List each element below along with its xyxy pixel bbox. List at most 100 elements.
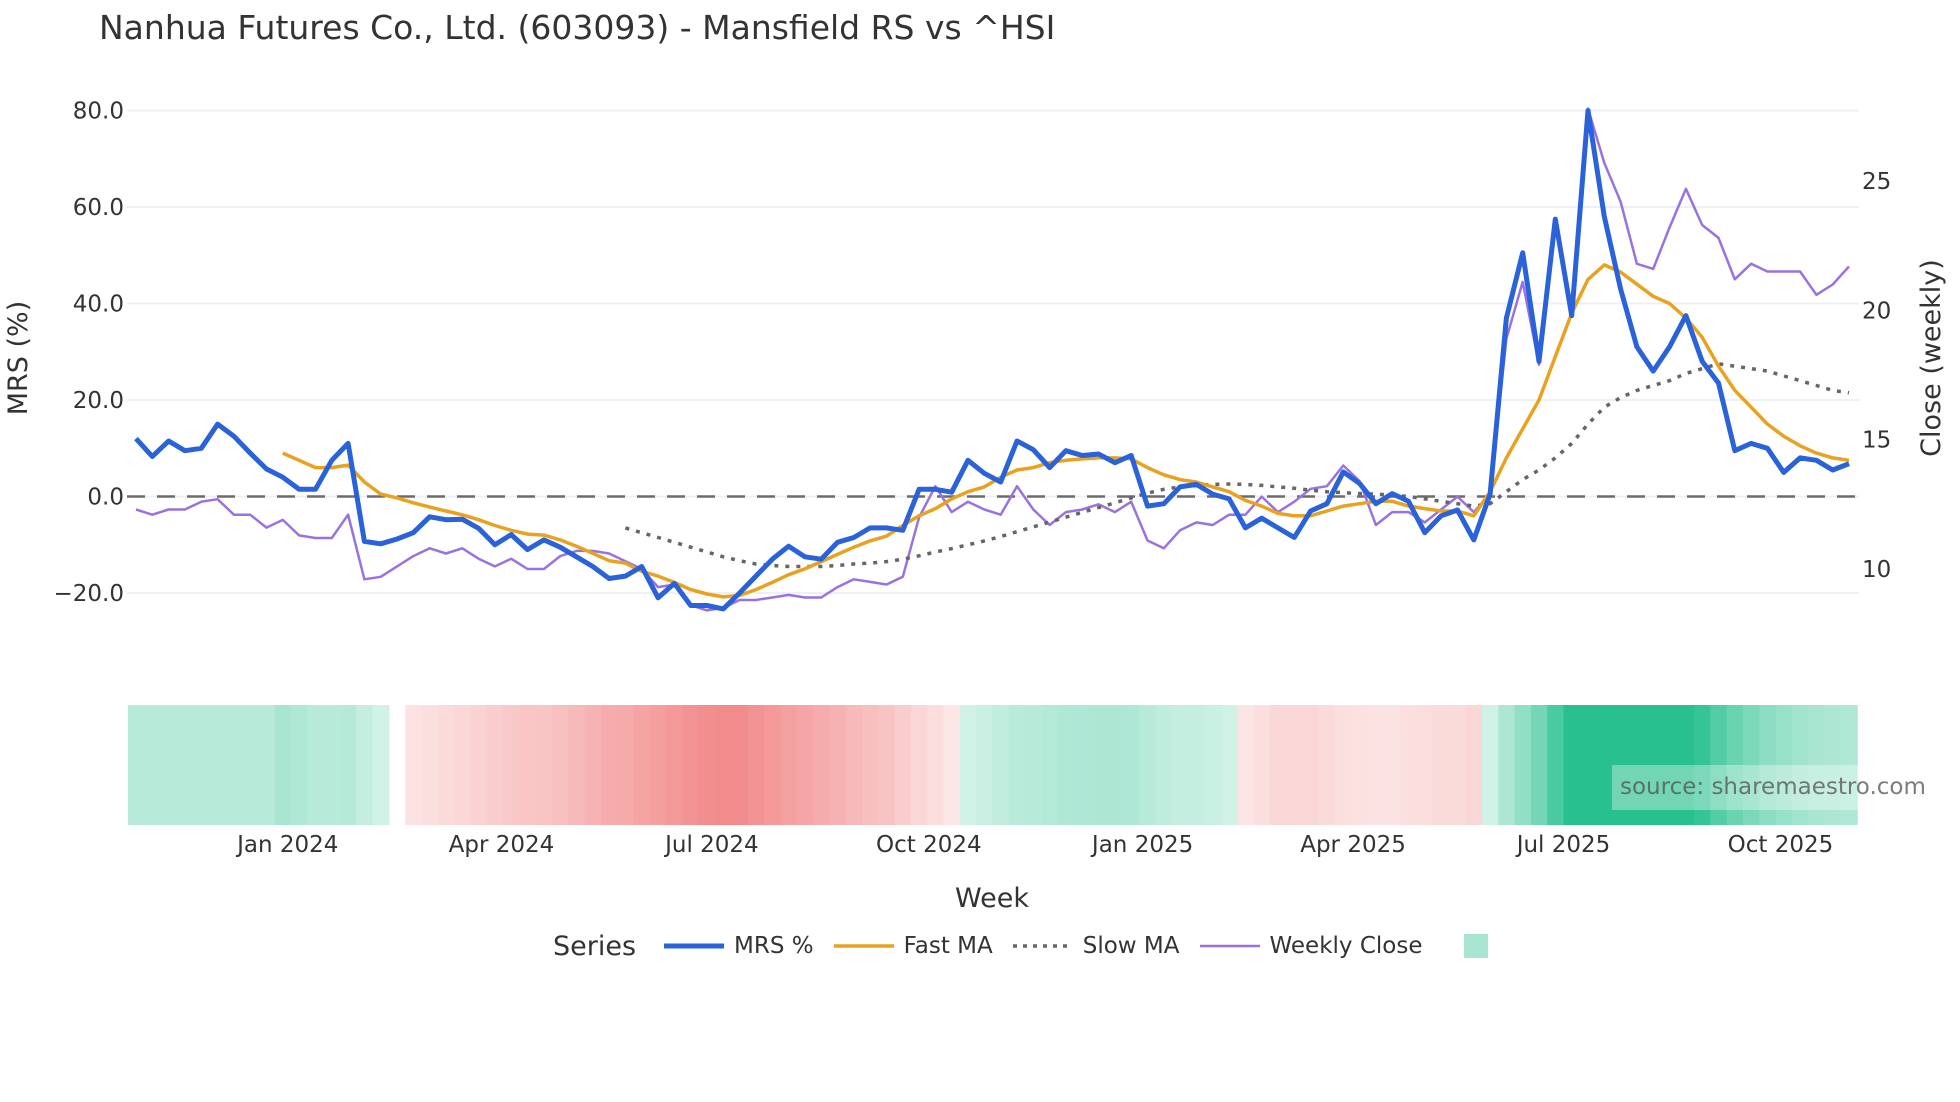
y-axis-right-ticks: 25 20 15 10 [1862, 169, 1891, 583]
x-tick-label: Oct 2024 [876, 832, 982, 858]
heatmap-cell [910, 705, 928, 825]
heatmap-cell [829, 705, 847, 825]
heatmap-cell [1237, 705, 1255, 825]
x-axis-title: Week [955, 883, 1029, 914]
heatmap-cell [323, 705, 341, 825]
x-tick-label: Jan 2024 [235, 832, 338, 858]
legend-label: Fast MA [903, 933, 993, 959]
heatmap-cell [959, 705, 977, 825]
heatmap-cell [584, 705, 602, 825]
heatmap-cell [144, 705, 162, 825]
heatmap-cell [1563, 705, 1581, 825]
heatmap-cell [1530, 705, 1548, 825]
heatmap-cell [160, 705, 178, 825]
heatmap-cell [666, 705, 684, 825]
heatmap-cell [992, 705, 1010, 825]
heatmap-cell [519, 705, 537, 825]
heatmap-cell [1008, 705, 1026, 825]
heatmap-cell [633, 705, 651, 825]
legend-label: MRS % [734, 933, 814, 959]
y-tick-label: −20.0 [54, 581, 124, 607]
heatmap-cell [1171, 705, 1189, 825]
heatmap-cell [813, 705, 830, 825]
heatmap-cell [1220, 705, 1238, 825]
heatmap-cell [1204, 705, 1222, 825]
legend: Series MRS % Fast MA Slow MA Weekly Clos… [553, 928, 1489, 964]
heatmap-cell [1188, 705, 1206, 825]
heatmap-cell [1025, 705, 1043, 825]
y2-tick-label: 15 [1862, 428, 1891, 454]
heatmap-cell [486, 705, 504, 825]
heatmap-cell [225, 705, 243, 825]
legend-item-fast-ma[interactable]: Fast MA [833, 933, 993, 959]
y2-tick-label: 10 [1862, 557, 1891, 583]
heatmap-cell [747, 705, 765, 825]
series-lines [134, 107, 1850, 612]
y-tick-label: 20.0 [73, 388, 124, 414]
heatmap-cell [437, 705, 455, 825]
heatmap-cell [764, 705, 782, 825]
x-tick-label: Apr 2024 [449, 832, 555, 858]
y2-tick-label: 20 [1862, 298, 1891, 324]
legend-title: Series [553, 930, 637, 962]
heatmap-cell [1514, 705, 1532, 825]
heatmap-cell [258, 705, 276, 825]
heatmap-cell [943, 705, 961, 825]
y2-axis-title: Close (weekly) [1916, 259, 1947, 457]
heatmap-cell [1318, 705, 1336, 825]
heatmap-cell [698, 705, 716, 825]
heatmap-cell [1449, 705, 1467, 825]
heatmap-cell [372, 705, 390, 825]
fast-ma-line [282, 263, 1850, 599]
heatmap-cell [356, 705, 374, 825]
heatmap-cell [209, 705, 227, 825]
y-tick-label: 40.0 [73, 292, 124, 318]
heatmap-cell [1367, 705, 1385, 825]
legend-item-weekly-close[interactable]: Weekly Close [1199, 933, 1422, 959]
x-tick-label: Jul 2025 [1515, 832, 1611, 858]
heatmap-cell [1253, 705, 1271, 825]
heatmap-cell [193, 705, 211, 825]
heatmap-cell [307, 705, 325, 825]
heatmap-cell [1481, 705, 1499, 825]
heatmap-cell [878, 705, 896, 825]
heatmap-cell [1596, 705, 1614, 825]
legend-item-slow-ma[interactable]: Slow MA [1012, 933, 1180, 959]
heatmap-cell [1155, 705, 1173, 825]
heatmap-cell [176, 705, 194, 825]
heatmap-cell [1139, 705, 1157, 825]
heatmap-cell [927, 705, 945, 825]
y-axis-left-ticks: 80.0 60.0 40.0 20.0 0.0 −20.0 [54, 99, 124, 608]
heatmap-strip [127, 705, 1858, 825]
heatmap-cell [1286, 705, 1304, 825]
heatmap-cell [1465, 705, 1483, 825]
heatmap-cell [1384, 705, 1401, 825]
heatmap-cell [568, 705, 586, 825]
heatmap-cell [1269, 705, 1287, 825]
mrs-line [134, 108, 1850, 612]
heatmap-cell [1400, 705, 1418, 825]
heatmap-cell [1498, 705, 1516, 825]
legend-item-heatmap-swatch[interactable] [1464, 934, 1489, 958]
heatmap-cell [1074, 705, 1091, 825]
heatmap-cell [1547, 705, 1565, 825]
heatmap-cell [1432, 705, 1450, 825]
heatmap-cell [1106, 705, 1124, 825]
heatmap-cell [682, 705, 700, 825]
heatmap-cell [339, 705, 357, 825]
heatmap-cell [715, 705, 733, 825]
heatmap-cell [470, 705, 488, 825]
heatmap-cell [617, 705, 635, 825]
heatmap-cell [535, 705, 553, 825]
heatmap-cell [1579, 705, 1597, 825]
legend-item-mrs[interactable]: MRS % [664, 933, 814, 959]
y-tick-label: 0.0 [87, 485, 124, 511]
weekly-close-line [135, 107, 1850, 612]
slow-ma-line [624, 362, 1850, 569]
heatmap-cell [1123, 705, 1140, 825]
heatmap-cell [894, 705, 912, 825]
y-axis-title: MRS (%) [3, 301, 34, 416]
heatmap-cell [1416, 705, 1434, 825]
source-text: source: sharemaestro.com [1620, 774, 1926, 800]
heatmap-cell [290, 705, 308, 825]
